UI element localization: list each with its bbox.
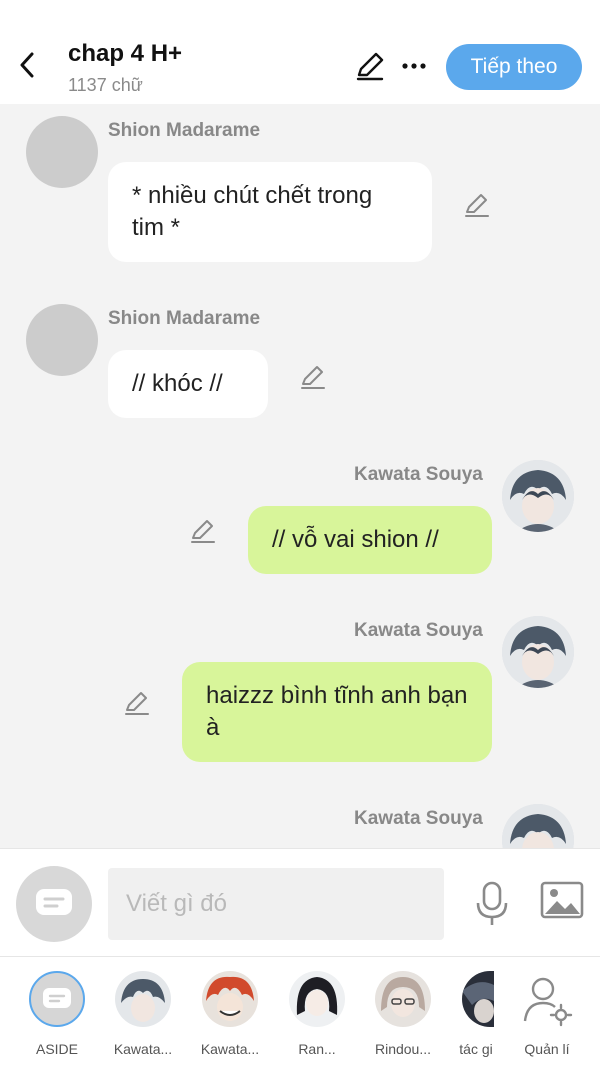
header-bar: chap 4 H+ 1137 chữ Tiếp theo [0, 0, 600, 104]
edit-message-icon[interactable] [122, 688, 152, 718]
character-aside[interactable]: ASIDE [20, 971, 94, 1057]
character-rindou[interactable]: Rindou... [366, 971, 440, 1057]
manage-characters-button[interactable]: Quản lí [510, 971, 584, 1057]
chapter-title: chap 4 H+ [68, 40, 183, 67]
avatar-kawata[interactable] [502, 804, 574, 848]
edit-title-pencil-icon[interactable] [354, 50, 386, 82]
message-bubble[interactable]: * nhiều chút chết trong tim * [108, 162, 432, 262]
character-avatar [115, 971, 171, 1027]
back-arrow-icon[interactable] [14, 50, 40, 80]
character-author[interactable]: tác gi [446, 971, 506, 1057]
image-upload-icon[interactable] [540, 881, 584, 921]
message-bubble[interactable]: // khóc // [108, 350, 268, 418]
character-kawata-1[interactable]: Kawata... [106, 971, 180, 1057]
character-label: tác gi [459, 1041, 493, 1057]
character-selector: ASIDE Kawata... Kawata... Ran... Rindou.… [0, 956, 600, 1067]
edit-message-icon[interactable] [298, 362, 328, 392]
avatar-kawata[interactable] [502, 460, 574, 532]
message-bubble[interactable]: haizzz bình tĩnh anh bạn à [182, 662, 492, 762]
aside-toggle-button[interactable] [16, 866, 92, 942]
character-avatar [462, 971, 494, 1027]
message-bubble[interactable]: // vỗ vai shion // [248, 506, 492, 574]
more-options-icon[interactable] [400, 52, 428, 80]
character-label: Kawata... [113, 1041, 173, 1057]
character-label: Rindou... [374, 1041, 432, 1057]
character-avatar [289, 971, 345, 1027]
character-avatar [202, 971, 258, 1027]
avatar-kawata[interactable] [502, 616, 574, 688]
character-label: Quản lí [524, 1041, 570, 1057]
composer-bar [0, 848, 600, 956]
microphone-icon[interactable] [472, 881, 512, 927]
message-list[interactable]: Shion Madarame * nhiều chút chết trong t… [0, 104, 600, 848]
sender-name: Shion Madarame [108, 308, 261, 329]
character-ran[interactable]: Ran... [280, 971, 354, 1057]
sender-name: Kawata Souya [354, 620, 483, 641]
character-label: Kawata... [200, 1041, 260, 1057]
edit-message-icon[interactable] [188, 516, 218, 546]
avatar-shion[interactable] [26, 304, 98, 376]
character-label: ASIDE [35, 1041, 78, 1057]
character-label: Ran... [298, 1041, 336, 1057]
manage-user-gear-icon [519, 971, 575, 1027]
message-input[interactable] [108, 868, 444, 940]
avatar-shion[interactable] [26, 116, 98, 188]
character-avatar [375, 971, 431, 1027]
next-button[interactable]: Tiếp theo [446, 44, 582, 90]
sender-name: Shion Madarame [108, 120, 261, 141]
sender-name: Kawata Souya [354, 808, 483, 829]
word-count: 1137 chữ [68, 75, 143, 95]
character-kawata-2[interactable]: Kawata... [193, 971, 267, 1057]
edit-message-icon[interactable] [462, 190, 492, 220]
aside-icon [29, 971, 85, 1027]
chat-bubble-icon [36, 889, 72, 915]
sender-name: Kawata Souya [354, 464, 483, 485]
